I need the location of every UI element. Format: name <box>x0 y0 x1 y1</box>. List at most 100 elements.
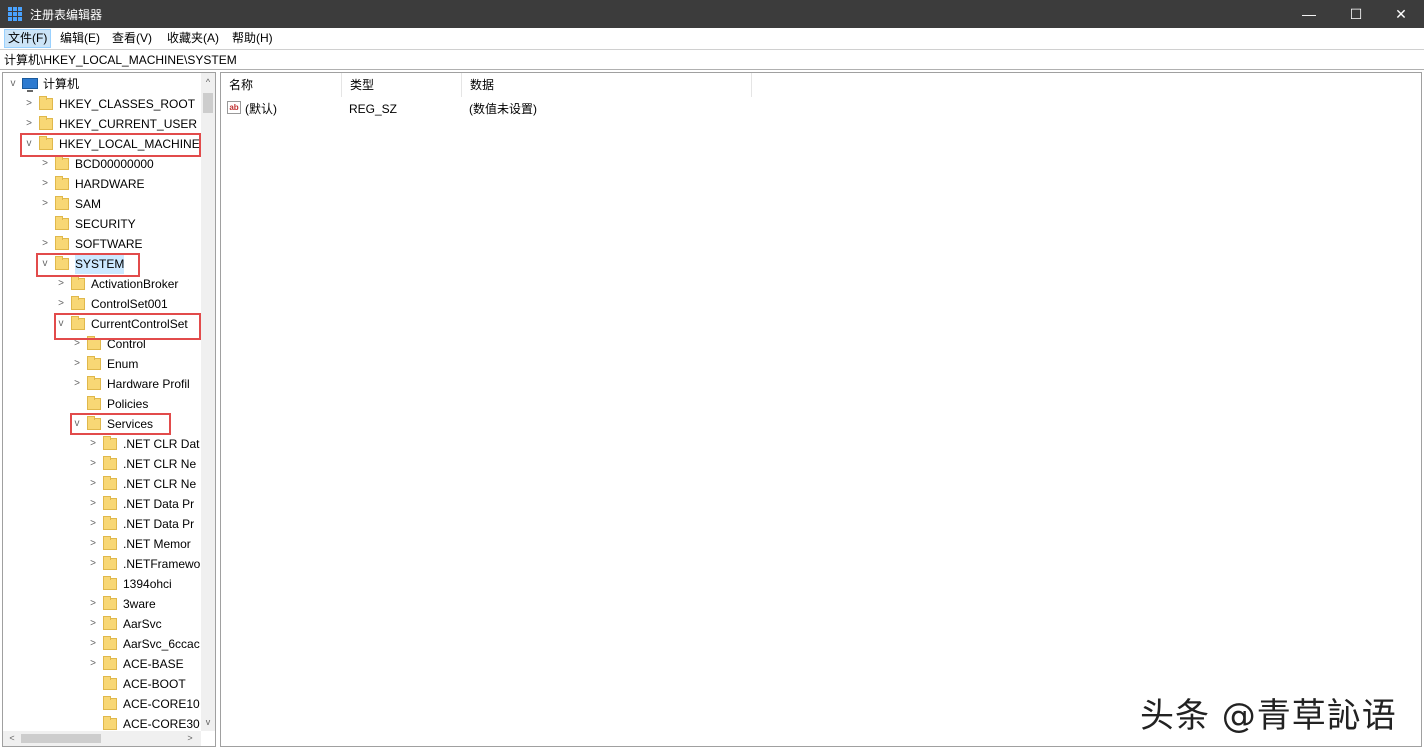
folder-icon <box>103 716 117 730</box>
tree-item-label: 1394ohci <box>123 577 172 591</box>
folder-icon <box>39 96 53 110</box>
chevron-right-icon[interactable]: > <box>87 454 99 474</box>
tree-item-label: AarSvc <box>123 617 162 631</box>
folder-icon <box>103 516 117 530</box>
chevron-right-icon[interactable]: > <box>39 234 51 254</box>
scroll-down-icon[interactable]: v <box>201 715 215 729</box>
chevron-right-icon[interactable]: > <box>87 634 99 654</box>
folder-icon <box>71 316 85 330</box>
chevron-right-icon[interactable]: > <box>39 154 51 174</box>
menu-view[interactable]: 查看(V) <box>109 30 155 47</box>
scroll-up-icon[interactable]: ^ <box>201 75 215 89</box>
chevron-down-icon[interactable]: v <box>55 314 67 334</box>
menu-edit[interactable]: 编辑(E) <box>57 30 103 47</box>
menu-bar: 文件(F) 编辑(E) 查看(V) 收藏夹(A) 帮助(H) <box>0 28 1424 50</box>
tree-horizontal-scrollbar[interactable]: < > <box>3 731 201 746</box>
tree-item-label: SYSTEM <box>75 254 125 274</box>
maximize-button[interactable]: ☐ <box>1333 0 1379 28</box>
tree-item-label: SECURITY <box>75 217 136 231</box>
chevron-down-icon[interactable]: v <box>23 134 35 154</box>
regedit-icon <box>8 7 22 21</box>
chevron-right-icon[interactable]: > <box>87 554 99 574</box>
tree-item-label: CurrentControlSet <box>91 317 188 331</box>
value-name: (默认) <box>245 102 277 116</box>
chevron-right-icon[interactable]: > <box>39 174 51 194</box>
folder-icon <box>103 616 117 630</box>
tree-vertical-scrollbar[interactable]: ^ v <box>201 73 215 731</box>
tree-item-label: .NET CLR Ne <box>123 477 197 491</box>
chevron-right-icon[interactable]: > <box>87 614 99 634</box>
tree-connector <box>87 694 99 714</box>
tree-panel[interactable]: v 计算机 > HKEY_CLASSES_ROOT > HKEY_CURRENT_US… <box>2 72 216 747</box>
tree-item-label: Control <box>107 337 146 351</box>
tree-item-label: ACE-BOOT <box>123 677 186 691</box>
tree-item-label: HKEY_LOCAL_MACHINE <box>59 137 200 151</box>
window-title: 注册表编辑器 <box>30 8 103 22</box>
chevron-right-icon[interactable]: > <box>71 354 83 374</box>
folder-icon <box>71 296 85 310</box>
tree-item-label: HARDWARE <box>75 177 145 191</box>
tree-item-label: Services <box>107 417 154 431</box>
chevron-right-icon[interactable]: > <box>87 434 99 454</box>
tree-connector <box>39 214 51 234</box>
folder-icon <box>103 656 117 670</box>
tree-item-label: SAM <box>75 197 102 211</box>
tree-item-label: HKEY_CLASSES_ROOT <box>59 97 196 111</box>
value-type: REG_SZ <box>349 102 398 116</box>
minimize-button[interactable]: — <box>1286 0 1332 28</box>
title-bar: 注册表编辑器 — ☐ ✕ <box>0 0 1424 28</box>
menu-help[interactable]: 帮助(H) <box>229 30 276 47</box>
address-bar[interactable]: 计算机\HKEY_LOCAL_MACHINE\SYSTEM <box>0 50 1424 70</box>
folder-icon <box>55 236 69 250</box>
chevron-right-icon[interactable]: > <box>87 494 99 514</box>
chevron-right-icon[interactable]: > <box>39 194 51 214</box>
scroll-left-icon[interactable]: < <box>5 731 19 745</box>
chevron-right-icon[interactable]: > <box>71 334 83 354</box>
close-button[interactable]: ✕ <box>1378 0 1424 28</box>
chevron-right-icon[interactable]: > <box>87 474 99 494</box>
tree-item-label: .NET Data Pr <box>123 517 195 531</box>
folder-icon <box>103 456 117 470</box>
chevron-right-icon[interactable]: > <box>87 534 99 554</box>
menu-favorites[interactable]: 收藏夹(A) <box>164 30 222 47</box>
folder-icon <box>103 536 117 550</box>
folder-icon <box>87 416 101 430</box>
computer-icon <box>22 78 38 92</box>
column-header-name[interactable]: 名称 <box>221 73 342 97</box>
tree-item-label: Policies <box>107 397 149 411</box>
tree-item-label: ActivationBroker <box>91 277 179 291</box>
tree-item-label: .NETFramewo <box>123 557 201 571</box>
scroll-thumb-horizontal[interactable] <box>21 734 101 743</box>
chevron-right-icon[interactable]: > <box>55 274 67 294</box>
folder-icon <box>103 576 117 590</box>
column-header-type[interactable]: 类型 <box>342 73 462 97</box>
chevron-down-icon[interactable]: v <box>71 414 83 434</box>
tree-connector <box>87 674 99 694</box>
tree-item-label: Hardware Profil <box>107 377 190 391</box>
chevron-right-icon[interactable]: > <box>71 374 83 394</box>
chevron-right-icon[interactable]: > <box>87 654 99 674</box>
chevron-down-icon[interactable]: v <box>39 254 51 274</box>
folder-icon <box>55 176 69 190</box>
tree-item-label: ControlSet001 <box>91 297 168 311</box>
folder-icon <box>103 436 117 450</box>
chevron-right-icon[interactable]: > <box>23 114 35 134</box>
scroll-right-icon[interactable]: > <box>183 731 197 745</box>
menu-file[interactable]: 文件(F) <box>4 29 52 48</box>
folder-icon <box>55 156 69 170</box>
chevron-right-icon[interactable]: > <box>87 594 99 614</box>
tree-item-label: .NET Memor <box>123 537 191 551</box>
column-header-data[interactable]: 数据 <box>462 73 752 97</box>
folder-icon <box>71 276 85 290</box>
folder-icon <box>39 116 53 130</box>
tree-item-label: ACE-CORE10 <box>123 697 200 711</box>
value-data: (数值未设置) <box>469 102 537 116</box>
chevron-right-icon[interactable]: > <box>23 94 35 114</box>
scroll-thumb[interactable] <box>203 93 213 113</box>
chevron-right-icon[interactable]: > <box>55 294 67 314</box>
chevron-down-icon[interactable]: v <box>7 74 19 94</box>
values-list-panel[interactable]: 名称 类型 数据 ab (默认) REG_SZ (数值未设置) <box>220 72 1422 747</box>
folder-icon <box>39 136 53 150</box>
chevron-right-icon[interactable]: > <box>87 514 99 534</box>
string-value-icon: ab <box>227 101 241 114</box>
